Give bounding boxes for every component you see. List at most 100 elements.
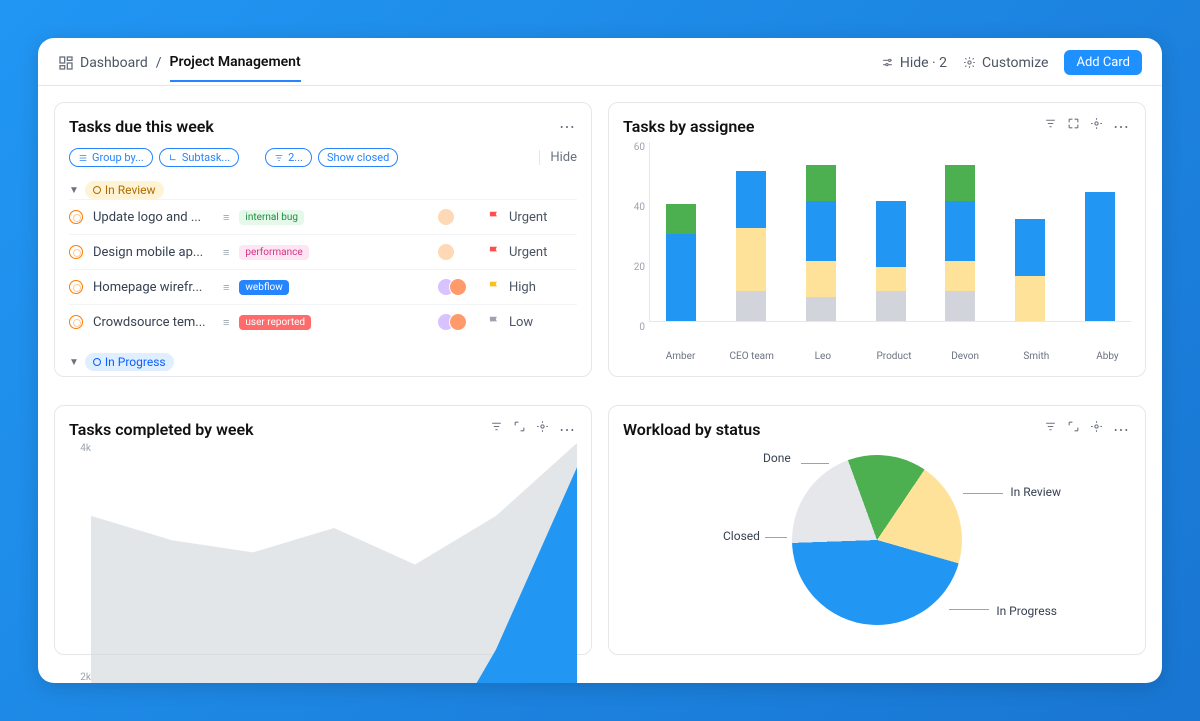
bar-y-axis: 6040200 xyxy=(623,142,649,351)
more-icon[interactable]: ⋯ xyxy=(1113,420,1131,439)
more-icon[interactable]: ⋯ xyxy=(1113,117,1131,136)
task-row[interactable]: Design mobile ap... ≡ performance Urgent xyxy=(69,234,577,269)
task-priority[interactable]: High xyxy=(487,280,577,295)
status-ring-icon[interactable] xyxy=(69,315,83,329)
app-window: Dashboard / Project Management Hide · 2 … xyxy=(38,38,1162,683)
flag-icon xyxy=(487,315,501,329)
breadcrumb: Dashboard / Project Management xyxy=(58,54,301,82)
card-title: Tasks due this week xyxy=(69,117,214,136)
expand-icon[interactable] xyxy=(1067,117,1080,130)
card-workload: Workload by status ⋯ Done In Review Clos… xyxy=(608,405,1146,655)
breadcrumb-sep: / xyxy=(156,55,162,81)
task-name: Update logo and ... xyxy=(93,210,213,225)
assignee-avatars[interactable] xyxy=(437,313,477,331)
task-tag[interactable]: webflow xyxy=(239,280,288,295)
hide-link[interactable]: Hide xyxy=(539,150,577,165)
area-y-axis: 4k2k0 xyxy=(69,443,91,683)
chip-group-by[interactable]: Group by... xyxy=(69,148,153,167)
card-tasks-due: Tasks due this week ⋯ Group by... Subtas… xyxy=(54,102,592,377)
breadcrumb-current[interactable]: Project Management xyxy=(170,54,301,82)
card-tasks-assignee: Tasks by assignee ⋯ 6040200 AmberCEO tea… xyxy=(608,102,1146,377)
breadcrumb-root-label: Dashboard xyxy=(80,55,148,71)
task-row[interactable]: Update logo and ... ≡ internal bug Urgen… xyxy=(69,199,577,234)
chevron-down-icon[interactable]: ▼ xyxy=(69,185,79,196)
pie-label-progress: In Progress xyxy=(996,604,1057,618)
pie-label-review: In Review xyxy=(1010,485,1061,499)
task-row[interactable]: Homepage wirefr... ≡ webflow High xyxy=(69,269,577,304)
gear-icon xyxy=(963,56,976,69)
assignee-avatars[interactable] xyxy=(437,278,477,296)
chip-label: Show closed xyxy=(327,151,389,164)
priority-text: Low xyxy=(509,315,533,330)
flag-icon xyxy=(487,210,501,224)
content-grid: Tasks due this week ⋯ Group by... Subtas… xyxy=(38,86,1162,683)
bar-plot xyxy=(649,142,1131,322)
customize-button[interactable]: Customize xyxy=(963,55,1048,71)
task-name: Homepage wirefr... xyxy=(93,280,213,295)
list-icon: ≡ xyxy=(223,316,229,329)
expand-icon[interactable] xyxy=(1067,420,1080,433)
filter-icon[interactable] xyxy=(1044,420,1057,433)
customize-label: Customize xyxy=(982,55,1048,71)
area-plot xyxy=(91,443,577,683)
chip-subtask[interactable]: Subtask... xyxy=(159,148,239,167)
card-title: Workload by status xyxy=(623,420,760,439)
flag-icon xyxy=(487,280,501,294)
more-icon[interactable]: ⋯ xyxy=(559,420,577,439)
chip-row: Group by... Subtask... 2... Show closed … xyxy=(69,148,577,167)
task-tag[interactable]: user reported xyxy=(239,315,311,330)
pie-chart: Done In Review Closed In Progress xyxy=(623,439,1131,640)
expand-icon[interactable] xyxy=(513,420,526,433)
status-pill[interactable]: In Progress xyxy=(85,353,174,371)
breadcrumb-root[interactable]: Dashboard xyxy=(58,55,148,81)
assignee-avatars[interactable] xyxy=(437,208,477,226)
hide-button[interactable]: Hide · 2 xyxy=(881,55,947,71)
status-text: In Progress xyxy=(105,355,166,369)
add-card-button[interactable]: Add Card xyxy=(1064,50,1142,75)
status-ring-icon[interactable] xyxy=(69,210,83,224)
task-name: Design mobile ap... xyxy=(93,245,213,260)
task-row[interactable]: Crowdsource tem... ≡ user reported Low xyxy=(69,304,577,339)
list-icon: ≡ xyxy=(223,211,229,224)
status-text: In Review xyxy=(105,183,156,197)
card-tasks-completed: Tasks completed by week ⋯ 4k2k0 Jan 3Feb… xyxy=(54,405,592,655)
chip-label: 2... xyxy=(288,151,303,164)
list-icon: ≡ xyxy=(223,281,229,294)
card-title: Tasks by assignee xyxy=(623,117,755,136)
filter-icon[interactable] xyxy=(490,420,503,433)
task-priority[interactable]: Low xyxy=(487,315,577,330)
bar-x-axis: AmberCEO teamLeoProductDevonSmithAbby xyxy=(623,351,1131,362)
dashboard-icon xyxy=(58,55,74,71)
task-priority[interactable]: Urgent xyxy=(487,210,577,225)
priority-text: High xyxy=(509,280,536,295)
priority-text: Urgent xyxy=(509,210,547,225)
task-tag[interactable]: internal bug xyxy=(239,210,304,225)
pie-label-done: Done xyxy=(763,451,791,465)
task-priority[interactable]: Urgent xyxy=(487,245,577,260)
chevron-down-icon[interactable]: ▼ xyxy=(69,357,79,368)
chip-filter-count[interactable]: 2... xyxy=(265,148,312,167)
area-chart: 4k2k0 xyxy=(69,443,577,683)
filter-icon[interactable] xyxy=(1044,117,1057,130)
status-pill[interactable]: In Review xyxy=(85,181,164,199)
task-name: Crowdsource tem... xyxy=(93,315,213,330)
chip-label: Subtask... xyxy=(182,151,230,164)
pie-label-closed: Closed xyxy=(723,529,760,543)
assignee-avatars[interactable] xyxy=(437,243,477,261)
chip-show-closed[interactable]: Show closed xyxy=(318,148,398,167)
priority-text: Urgent xyxy=(509,245,547,260)
status-ring-icon[interactable] xyxy=(69,280,83,294)
header: Dashboard / Project Management Hide · 2 … xyxy=(38,38,1162,86)
sliders-icon xyxy=(881,56,894,69)
status-ring-icon[interactable] xyxy=(69,245,83,259)
card-title: Tasks completed by week xyxy=(69,420,254,439)
hide-label: Hide · 2 xyxy=(900,55,947,71)
header-actions: Hide · 2 Customize Add Card xyxy=(881,50,1142,85)
task-tag[interactable]: performance xyxy=(239,245,308,260)
gear-icon[interactable] xyxy=(1090,117,1103,130)
bar-chart: 6040200 xyxy=(623,142,1131,351)
gear-icon[interactable] xyxy=(1090,420,1103,433)
gear-icon[interactable] xyxy=(536,420,549,433)
more-icon[interactable]: ⋯ xyxy=(559,117,577,136)
chip-label: Group by... xyxy=(92,151,144,164)
